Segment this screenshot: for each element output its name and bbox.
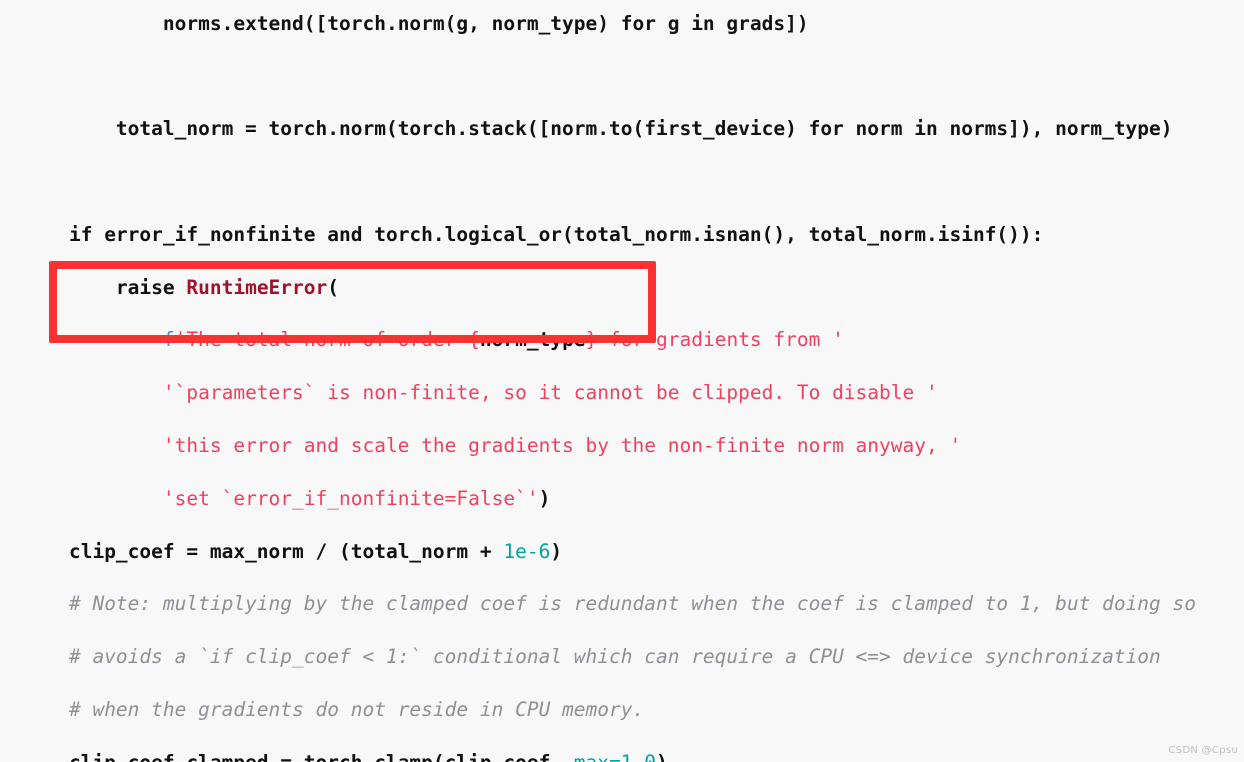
code-line: f'The total norm of order {norm_type} fo…: [22, 327, 1222, 353]
code-token-str: 'The total norm of order: [174, 328, 469, 352]
code-token-num: 1.0: [621, 751, 656, 762]
code-token-kwarg: =: [609, 751, 621, 762]
code-line: clip_coef = max_norm / (total_norm + 1e-…: [22, 539, 1222, 565]
code-line: raise RuntimeError(: [22, 275, 1222, 301]
code-token-str: for gradients from ': [597, 328, 844, 352]
code-token-plain: ): [538, 486, 551, 510]
code-token-plain: norms.extend([torch.norm(g, norm_type) f…: [22, 11, 809, 35]
code-token-plain: clip_coef = max_norm / (total_norm +: [22, 539, 504, 563]
code-token-comment: # avoids a `if clip_coef < 1:` condition…: [22, 645, 1161, 669]
code-token-num: 1e-6: [503, 539, 551, 563]
code-token-interp-br: }: [585, 328, 598, 352]
code-token-plain: total_norm = torch.norm(torch.stack([nor…: [22, 117, 1173, 141]
code-line: # avoids a `if clip_coef < 1:` condition…: [22, 644, 1222, 670]
code-line: 'set `error_if_nonfinite=False`'): [22, 486, 1222, 512]
code-token-plain: ): [656, 751, 668, 762]
code-viewer: norms.extend([torch.norm(g, norm_type) f…: [0, 0, 1244, 762]
code-line: 'this error and scale the gradients by t…: [22, 433, 1222, 459]
code-token-str: '`parameters` is non-finite, so it canno…: [162, 381, 938, 405]
code-line: ​: [22, 169, 1222, 195]
code-line: clip_coef_clamped = torch.clamp(clip_coe…: [22, 750, 1222, 762]
code-token-comment: # Note: multiplying by the clamped coef …: [22, 592, 1197, 616]
code-token-interp-br: {: [468, 328, 480, 352]
code-line: norms.extend([torch.norm(g, norm_type) f…: [22, 11, 1222, 37]
code-token-plain: ): [550, 539, 563, 563]
code-token-str: 'set `error_if_nonfinite=False`': [162, 486, 539, 510]
code-token-str: 'this error and scale the gradients by t…: [162, 434, 962, 457]
code-token-plain: (: [327, 275, 340, 299]
code-token-plain: if error_if_nonfinite and torch.logical_…: [22, 222, 1044, 246]
code-token-interp: norm_type: [479, 328, 586, 352]
code-token-plain: clip_coef_clamped = torch.clamp(clip_coe…: [22, 751, 574, 762]
code-token-strpfx: f: [162, 328, 175, 352]
code-line: # Note: multiplying by the clamped coef …: [22, 591, 1222, 617]
code-token-exc: RuntimeError: [186, 275, 328, 299]
watermark-label: CSDN @Cpsu: [1168, 745, 1238, 756]
code-line: if error_if_nonfinite and torch.logical_…: [22, 222, 1222, 248]
source-code-block[interactable]: norms.extend([torch.norm(g, norm_type) f…: [22, 11, 1222, 762]
code-token-kwarg: max: [574, 751, 609, 762]
code-line: # when the gradients do not reside in CP…: [22, 697, 1222, 723]
code-line: '`parameters` is non-finite, so it canno…: [22, 380, 1222, 406]
code-line: ​: [22, 63, 1222, 89]
code-token-comment: # when the gradients do not reside in CP…: [22, 698, 645, 722]
code-line: total_norm = torch.norm(torch.stack([nor…: [22, 116, 1222, 142]
code-token-plain: raise: [22, 275, 187, 299]
